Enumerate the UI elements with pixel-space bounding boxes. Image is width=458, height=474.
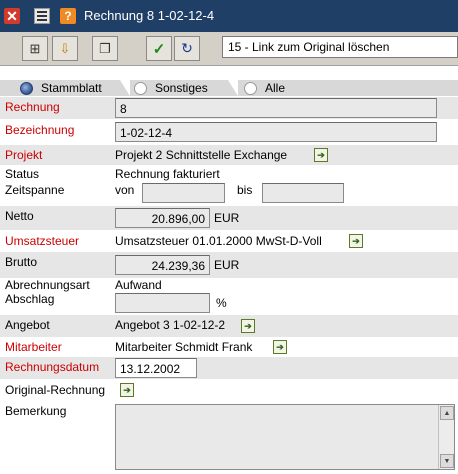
row-rechnungsdatum: Rechnungsdatum 13.12.2002	[0, 357, 458, 379]
tab-bar: Stammblatt Sonstiges Alle	[0, 80, 458, 96]
rechnungsdatum-label: Rechnungsdatum	[5, 360, 100, 374]
abrechnungsart-label: Abrechnungsart	[5, 278, 90, 292]
rechnungsdatum-field[interactable]: 13.12.2002	[115, 358, 197, 378]
row-umsatzsteuer: Umsatzsteuer Umsatzsteuer 01.01.2000 MwS…	[0, 231, 458, 251]
row-original-rechnung: Original-Rechnung ➔	[0, 380, 458, 400]
brutto-unit: EUR	[214, 258, 240, 272]
row-abschlag: Abschlag %	[0, 292, 458, 314]
status-label: Status	[5, 167, 40, 181]
abschlag-label: Abschlag	[5, 292, 55, 306]
window-title: Rechnung 8 1-02-12-4	[84, 8, 215, 23]
minimize-icon[interactable]	[34, 8, 50, 24]
radio-icon	[20, 81, 33, 95]
row-status: Status Rechnung fakturiert	[0, 166, 458, 182]
radio-icon	[134, 81, 147, 95]
mitarbeiter-label: Mitarbeiter	[5, 340, 62, 354]
row-abrechnungsart: Abrechnungsart Aufwand	[0, 278, 458, 292]
bemerkung-label: Bemerkung	[5, 404, 67, 418]
zeitspanne-label: Zeitspanne	[5, 183, 65, 197]
close-icon[interactable]: ✕	[4, 8, 20, 24]
zeitspanne-from-label: von	[115, 183, 135, 197]
goto-mitarbeiter-icon[interactable]: ➔	[273, 340, 287, 354]
projekt-value: Projekt 2 Schnittstelle Exchange	[115, 148, 288, 162]
status-value: Rechnung fakturiert	[115, 167, 220, 181]
row-zeitspanne: Zeitspanne von bis	[0, 182, 458, 204]
abschlag-unit: %	[216, 296, 227, 310]
import-icon[interactable]: ⇩	[52, 36, 78, 61]
zeitspanne-from-field[interactable]	[142, 183, 225, 203]
tab-separator	[120, 80, 130, 96]
zeitspanne-to-field[interactable]	[262, 183, 344, 203]
row-bezeichnung: Bezeichnung 1-02-12-4	[0, 120, 458, 144]
scroll-down-icon[interactable]: ▼	[440, 454, 454, 468]
goto-umsatzsteuer-icon[interactable]: ➔	[349, 234, 363, 248]
projekt-label: Projekt	[5, 148, 43, 162]
rechnung-label: Rechnung	[5, 100, 60, 114]
refresh-icon[interactable]: ↻	[174, 36, 200, 61]
tab-label: Stammblatt	[41, 81, 102, 95]
copy-icon[interactable]: ❐	[92, 36, 118, 61]
netto-field[interactable]: 20.896,00	[115, 208, 210, 228]
original-rechnung-label: Original-Rechnung	[5, 383, 106, 397]
abschlag-field[interactable]	[115, 293, 210, 313]
row-rechnung: Rechnung 8	[0, 97, 458, 119]
angebot-value: Angebot 3 1-02-12-2	[115, 318, 226, 332]
umsatzsteuer-label: Umsatzsteuer	[5, 234, 80, 248]
goto-projekt-icon[interactable]: ➔	[314, 148, 328, 162]
brutto-label: Brutto	[5, 255, 38, 269]
row-projekt: Projekt Projekt 2 Schnittstelle Exchange…	[0, 145, 458, 165]
scroll-up-icon[interactable]: ▲	[440, 406, 454, 420]
goto-original-rechnung-icon[interactable]: ➔	[120, 383, 134, 397]
bemerkung-scrollbar[interactable]: ▲ ▼	[438, 405, 454, 469]
mitarbeiter-value: Mitarbeiter Schmidt Frank	[115, 340, 253, 354]
netto-label: Netto	[5, 209, 34, 223]
help-icon[interactable]: ?	[60, 8, 76, 24]
tab-label: Sonstiges	[155, 81, 208, 95]
tab-alle[interactable]: Alle	[244, 80, 285, 96]
bezeichnung-label: Bezeichnung	[5, 123, 75, 137]
check-icon[interactable]: ✓	[146, 36, 172, 61]
row-angebot: Angebot Angebot 3 1-02-12-2 ➔	[0, 315, 458, 337]
angebot-label: Angebot	[5, 318, 50, 332]
tab-stammblatt[interactable]: Stammblatt	[20, 80, 102, 96]
tree-icon[interactable]: ⊞	[22, 36, 48, 61]
brutto-field[interactable]: 24.239,36	[115, 255, 210, 275]
goto-angebot-icon[interactable]: ➔	[241, 319, 255, 333]
row-mitarbeiter: Mitarbeiter Mitarbeiter Schmidt Frank ➔	[0, 337, 458, 357]
bezeichnung-field[interactable]: 1-02-12-4	[115, 122, 437, 142]
toolbar: ⊞ ⇩ ❐ ✓ ↻ 15 - Link zum Original löschen	[0, 32, 458, 66]
radio-icon	[244, 81, 257, 95]
tab-separator	[228, 80, 238, 96]
row-brutto: Brutto 24.239,36 EUR	[0, 252, 458, 278]
zeitspanne-to-label: bis	[237, 183, 253, 197]
umsatzsteuer-value: Umsatzsteuer 01.01.2000 MwSt-D-Voll	[115, 234, 322, 248]
title-bar: ✕ ? Rechnung 8 1-02-12-4	[0, 0, 458, 32]
bemerkung-textarea[interactable]: ▲ ▼	[115, 404, 455, 470]
netto-unit: EUR	[214, 211, 240, 225]
action-select[interactable]: 15 - Link zum Original löschen	[222, 36, 458, 58]
abrechnungsart-value: Aufwand	[115, 278, 162, 292]
rechnung-field[interactable]: 8	[115, 98, 437, 118]
tab-label: Alle	[265, 81, 286, 95]
tab-sonstiges[interactable]: Sonstiges	[134, 80, 208, 96]
row-netto: Netto 20.896,00 EUR	[0, 206, 458, 230]
